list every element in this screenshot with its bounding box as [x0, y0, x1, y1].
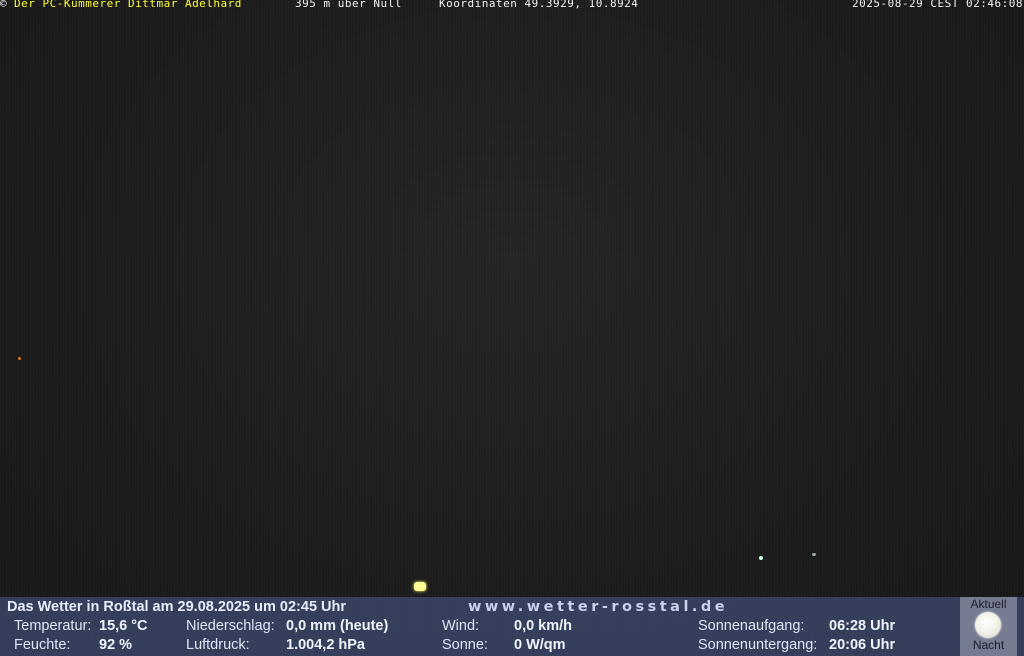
webcam-image	[0, 0, 1024, 656]
moon-night-label: Nacht	[972, 638, 1005, 652]
weather-panel: Das Wetter in Roßtal am 29.08.2025 um 02…	[0, 597, 1024, 656]
pressure-label: Luftdruck:	[186, 637, 250, 653]
distant-light	[759, 556, 763, 560]
precipitation-label: Niederschlag:	[186, 618, 275, 634]
humidity-value: 92 %	[99, 637, 133, 653]
website-link[interactable]: www.wetter-rosstal.de	[468, 599, 728, 615]
altitude-text: 395 m über Null	[295, 0, 402, 10]
pressure-value: 1.004,2 hPa	[286, 637, 365, 653]
sunrise-label: Sonnenaufgang:	[698, 618, 805, 634]
coordinates-text: Koordinaten 49.3929, 10.8924	[439, 0, 639, 10]
weather-title: Das Wetter in Roßtal am 29.08.2025 um 02…	[7, 599, 347, 615]
sunrise-value: 06:28 Uhr	[829, 618, 896, 634]
street-light	[414, 582, 426, 591]
sunset-label: Sonnenuntergang:	[698, 637, 818, 653]
temperature-value: 15,6 °C	[99, 618, 148, 634]
humidity-label: Feuchte:	[14, 637, 71, 653]
temperature-label: Temperatur:	[14, 618, 92, 634]
sun-label: Sonne:	[442, 637, 488, 653]
moon-icon	[975, 612, 1001, 638]
sun-value: 0 W/qm	[514, 637, 566, 653]
timestamp-text: 2025-08-29 CEST 02:46:08	[852, 0, 1023, 10]
precipitation-value: 0,0 mm (heute)	[286, 618, 389, 634]
moon-phase-box: Aktuell Nacht	[960, 597, 1017, 656]
owner-text: Der PC-Kümmerer Dittmar Adelhard	[14, 0, 242, 10]
distant-light	[18, 357, 21, 360]
camera-info-bar: © Der PC-Kümmerer Dittmar Adelhard 395 m…	[0, 0, 1024, 11]
distant-light	[812, 553, 816, 556]
wind-label: Wind:	[442, 618, 480, 634]
wind-value: 0,0 km/h	[514, 618, 573, 634]
sunset-value: 20:06 Uhr	[829, 637, 896, 653]
moon-current-label: Aktuell	[970, 597, 1007, 611]
copyright-symbol: ©	[0, 0, 8, 10]
